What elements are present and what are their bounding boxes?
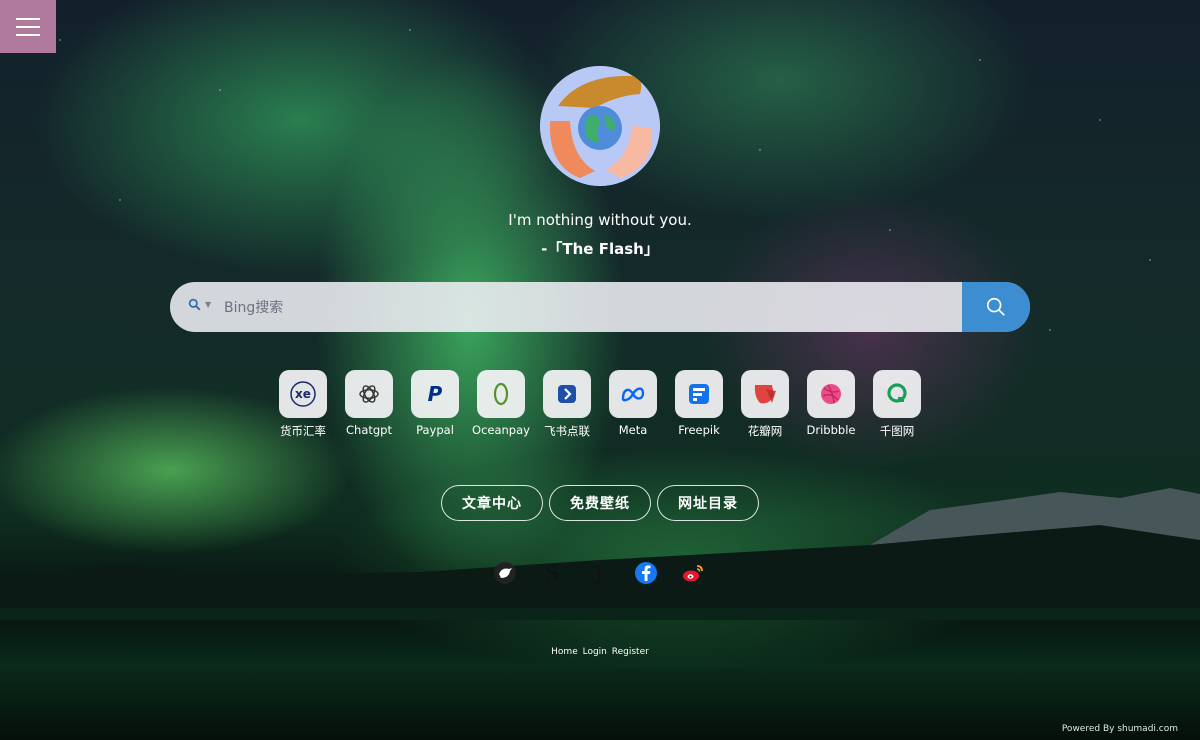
xe-icon: xe (290, 381, 316, 407)
home-link[interactable]: Home (551, 647, 578, 657)
app-label: 飞书点联 (544, 424, 590, 438)
search-bar: ▼ (170, 282, 1030, 332)
app-link-dribbble[interactable]: Dribbble (798, 370, 864, 439)
app-link-qiantu[interactable]: 千图网 (864, 370, 930, 439)
social-links: S J (492, 560, 706, 586)
app-label: Paypal (416, 423, 454, 437)
wallpapers-button[interactable]: 免费壁纸 (549, 485, 651, 521)
search-icon (188, 298, 201, 311)
j-icon: J (594, 561, 604, 585)
app-tile (675, 370, 723, 418)
huaban-icon (754, 385, 776, 404)
menu-bar (16, 25, 40, 28)
app-tile (741, 370, 789, 418)
freepik-icon (689, 384, 709, 404)
menu-button[interactable] (0, 0, 56, 53)
app-tile (873, 370, 921, 418)
app-label: 花瓣网 (747, 424, 783, 438)
avatar (540, 66, 660, 186)
powered-by: Powered By shumadi.com (1061, 724, 1178, 734)
search-button[interactable] (962, 282, 1030, 332)
app-label: 千图网 (879, 424, 915, 438)
dribbble-icon (821, 384, 841, 404)
meta-icon (621, 387, 645, 402)
feishu-icon (558, 385, 576, 403)
search-input[interactable] (222, 282, 926, 332)
menu-bar (16, 17, 40, 20)
footer-links: Home Login Register (0, 647, 1200, 657)
login-link[interactable]: Login (583, 647, 607, 657)
app-label: Freepik (678, 423, 720, 437)
app-link-oceanpay[interactable]: Oceanpay (468, 370, 534, 439)
svg-text:xe: xe (295, 387, 311, 401)
app-label: 货币汇率 (280, 424, 326, 438)
app-tile (543, 370, 591, 418)
nav-pills: 文章中心 免费壁纸 网址目录 (0, 485, 1200, 521)
svg-text:P: P (428, 382, 443, 406)
social-link-weibo[interactable] (680, 560, 706, 586)
app-tile (609, 370, 657, 418)
app-link-meta[interactable]: Meta (600, 370, 666, 439)
social-link-j[interactable]: J (586, 560, 612, 586)
quote-text: I'm nothing without you. (508, 211, 692, 229)
menu-bar (16, 33, 40, 36)
qiantu-icon (887, 383, 907, 403)
app-link-huaban[interactable]: 花瓣网 (732, 370, 798, 439)
app-label: Dribbble (806, 423, 856, 437)
quote-author: -「The Flash」 (541, 240, 659, 258)
app-link-paypal[interactable]: P Paypal (402, 370, 468, 439)
oceanpay-icon (493, 382, 509, 406)
app-tile: P (411, 370, 459, 418)
chatgpt-icon (359, 385, 379, 403)
s-icon: S (545, 561, 559, 585)
app-link-xe[interactable]: xe 货币汇率 (270, 370, 336, 439)
chevron-down-icon: ▼ (205, 300, 212, 309)
articles-button[interactable]: 文章中心 (441, 485, 543, 521)
app-label: Oceanpay (472, 423, 530, 437)
app-label: Meta (618, 423, 648, 437)
weibo-icon (683, 565, 703, 582)
social-link-facebook[interactable] (633, 560, 659, 586)
paypal-icon: P (428, 382, 443, 406)
social-link-bird[interactable] (492, 560, 518, 586)
facebook-icon (635, 562, 657, 584)
social-link-s[interactable]: S (539, 560, 565, 586)
search-icon (986, 297, 1005, 316)
app-tile: xe (279, 370, 327, 418)
app-tile (345, 370, 393, 418)
search-engine-selector[interactable]: ▼ (188, 298, 211, 311)
app-label: Chatgpt (346, 423, 392, 437)
register-link[interactable]: Register (612, 647, 649, 657)
app-grid: xe 货币汇率 Chatgpt P Paypal Oceanpay 飞书点联 M… (270, 370, 930, 439)
app-link-chatgpt[interactable]: Chatgpt (336, 370, 402, 439)
app-tile (477, 370, 525, 418)
bird-icon (494, 562, 516, 584)
app-tile (807, 370, 855, 418)
app-link-feishu[interactable]: 飞书点联 (534, 370, 600, 439)
app-link-freepik[interactable]: Freepik (666, 370, 732, 439)
directory-button[interactable]: 网址目录 (657, 485, 759, 521)
